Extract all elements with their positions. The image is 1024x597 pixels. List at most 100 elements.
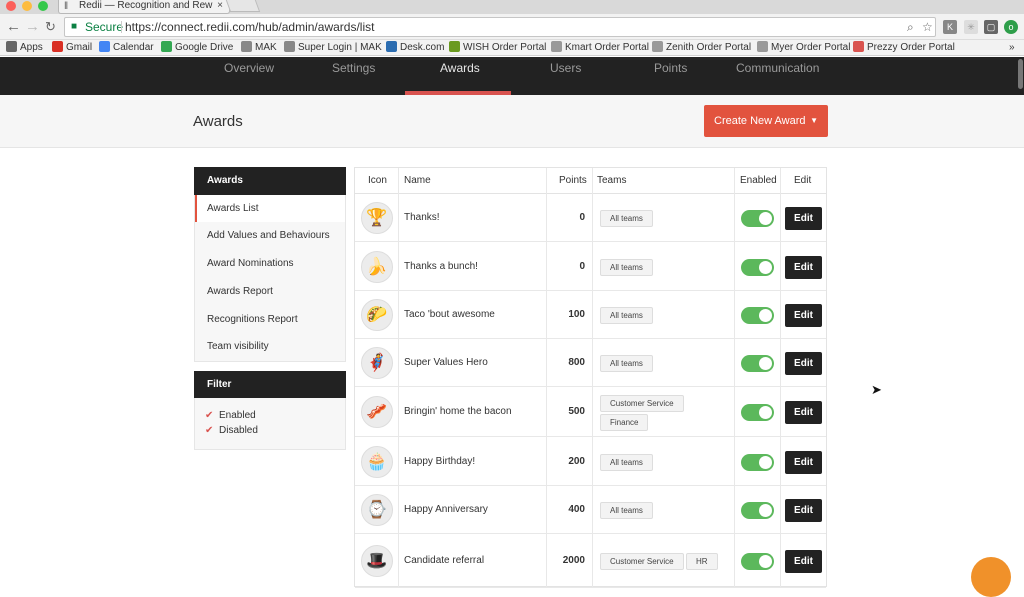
bookmark-label: Google Drive — [175, 42, 234, 53]
back-arrow-icon[interactable]: ← — [6, 18, 21, 35]
checkmark-icon[interactable]: ✔ — [205, 424, 215, 438]
enabled-toggle[interactable] — [741, 404, 774, 421]
bookmark-wish-order-portal[interactable]: WISH Order Portal — [449, 41, 546, 54]
desk-icon — [386, 41, 397, 52]
taco-icon: 🌮 — [361, 299, 393, 331]
edit-button[interactable]: Edit — [785, 352, 822, 375]
edit-button[interactable]: Edit — [785, 499, 822, 522]
bookmark-label: Myer Order Portal — [771, 42, 851, 53]
extension-green-icon[interactable]: o — [1004, 20, 1018, 34]
forward-arrow-icon[interactable]: → — [25, 18, 40, 35]
column-header-points: Points — [559, 175, 587, 186]
toggle-knob — [759, 455, 772, 469]
sidebar-section-title: Awards — [194, 167, 346, 195]
reload-icon[interactable]: ↻ — [45, 19, 56, 35]
team-tag: All teams — [600, 210, 653, 227]
bookmark-star-icon[interactable]: ☆ — [922, 18, 933, 36]
doc-icon — [652, 41, 663, 52]
checkmark-icon[interactable]: ✔ — [205, 409, 215, 423]
bookmark-label: Kmart Order Portal — [565, 42, 649, 53]
chat-widget-icon[interactable] — [971, 557, 1011, 597]
bookmark-super-login-mak[interactable]: Super Login | MAK — [284, 41, 382, 54]
address-bar[interactable]: ■ Secure https://connect.redii.com/hub/a… — [64, 17, 936, 37]
award-points: 0 — [579, 260, 585, 272]
edit-button[interactable]: Edit — [785, 401, 822, 424]
bookmark-zenith-order-portal[interactable]: Zenith Order Portal — [652, 41, 751, 54]
bookmarks-overflow-icon[interactable]: » — [1009, 41, 1015, 54]
tab-close-icon[interactable]: × — [217, 0, 223, 11]
bookmarks-bar: Apps Gmail Calendar Google Drive MAK Super Lo… — [0, 40, 1024, 56]
sidebar-item-awards-report[interactable]: Awards Report — [195, 278, 345, 305]
page-title: Awards — [193, 113, 243, 130]
bookmark-gmail[interactable]: Gmail — [52, 41, 92, 54]
bookmark-google-drive[interactable]: Google Drive — [161, 41, 233, 54]
nav-settings[interactable]: Settings — [332, 61, 375, 75]
enabled-toggle[interactable] — [741, 553, 774, 570]
edit-button[interactable]: Edit — [785, 207, 822, 230]
extension-box-icon[interactable]: ▢ — [984, 20, 998, 34]
enabled-toggle[interactable] — [741, 307, 774, 324]
bookmark-label: Calendar — [113, 42, 154, 53]
edit-button[interactable]: Edit — [785, 550, 822, 573]
table-row: 🏆 Thanks! 0 All teams Edit — [355, 194, 826, 242]
sidebar-item-team-visibility[interactable]: Team visibility — [195, 333, 345, 360]
table-row: 🎩 Candidate referral 2000 Customer Service H… — [355, 534, 826, 588]
bookmark-calendar[interactable]: Calendar — [99, 41, 154, 54]
bookmark-mak[interactable]: MAK — [241, 41, 277, 54]
maximize-window-icon[interactable] — [38, 1, 48, 11]
award-points: 0 — [579, 212, 585, 223]
create-new-award-button[interactable]: Create New Award ▼ — [704, 105, 828, 137]
new-tab-button[interactable] — [225, 0, 261, 12]
enabled-toggle[interactable] — [741, 453, 774, 471]
bookmark-desk-com[interactable]: Desk.com — [386, 41, 444, 54]
team-tag: Customer Service — [600, 395, 684, 412]
filter-disabled[interactable]: ✔ Disabled — [205, 424, 258, 438]
page-scrollbar[interactable] — [1018, 59, 1023, 89]
extension-puzzle-icon[interactable]: ✳ — [964, 20, 978, 34]
toggle-knob — [759, 504, 772, 517]
bookmark-kmart-order-portal[interactable]: Kmart Order Portal — [551, 41, 649, 54]
sidebar-item-recognitions-report[interactable]: Recognitions Report — [195, 306, 345, 333]
column-header-edit: Edit — [794, 175, 812, 186]
enabled-toggle[interactable] — [741, 502, 774, 519]
bookmark-apps[interactable]: Apps — [6, 41, 43, 54]
award-name: Thanks! — [404, 212, 440, 223]
close-window-icon[interactable] — [6, 1, 16, 11]
hat-icon: 🎩 — [361, 545, 393, 577]
sidebar-item-award-nominations[interactable]: Award Nominations — [195, 250, 345, 277]
extension-k-icon[interactable]: K — [943, 20, 957, 34]
nav-overview[interactable]: Overview — [224, 61, 274, 75]
edit-button[interactable]: Edit — [785, 255, 822, 279]
sidebar-item-awards-list[interactable]: Awards List — [195, 195, 345, 222]
watch-icon: ⌚ — [361, 494, 393, 526]
award-points: 400 — [568, 504, 585, 515]
nav-points[interactable]: Points — [654, 61, 687, 75]
toggle-knob — [759, 260, 772, 274]
page-header: Awards Create New Award ▼ — [0, 95, 1024, 148]
lock-icon: ■ — [71, 21, 78, 32]
team-tag: All teams — [600, 307, 653, 324]
team-tag: All teams — [600, 258, 653, 276]
zoom-icon[interactable]: ⌕ — [907, 18, 914, 36]
award-points: 800 — [568, 357, 585, 368]
secure-label: Secure — [85, 20, 124, 34]
award-name: Taco 'bout awesome — [404, 309, 495, 320]
enabled-toggle[interactable] — [741, 210, 774, 227]
edit-button[interactable]: Edit — [785, 304, 822, 327]
url-text[interactable]: https://connect.redii.com/hub/admin/awar… — [125, 18, 374, 36]
award-points: 500 — [568, 406, 585, 417]
nav-users[interactable]: Users — [550, 61, 581, 75]
sidebar-menu: Awards List Add Values and Behaviours Aw… — [194, 195, 346, 362]
browser-tab[interactable]: ǁ Redii — Recognition and Rew × — [58, 0, 230, 14]
enabled-toggle[interactable] — [741, 258, 774, 276]
bookmark-prezzy-order-portal[interactable]: Prezzy Order Portal — [853, 41, 955, 54]
edit-button[interactable]: Edit — [785, 450, 822, 474]
nav-awards[interactable]: Awards — [440, 61, 480, 75]
doc-icon — [757, 41, 768, 52]
nav-communication[interactable]: Communication — [736, 61, 819, 75]
minimize-window-icon[interactable] — [22, 1, 32, 11]
sidebar-item-add-values[interactable]: Add Values and Behaviours — [195, 222, 345, 249]
enabled-toggle[interactable] — [741, 355, 774, 372]
bookmark-myer-order-portal[interactable]: Myer Order Portal — [757, 41, 850, 54]
filter-enabled[interactable]: ✔ Enabled — [205, 409, 256, 423]
